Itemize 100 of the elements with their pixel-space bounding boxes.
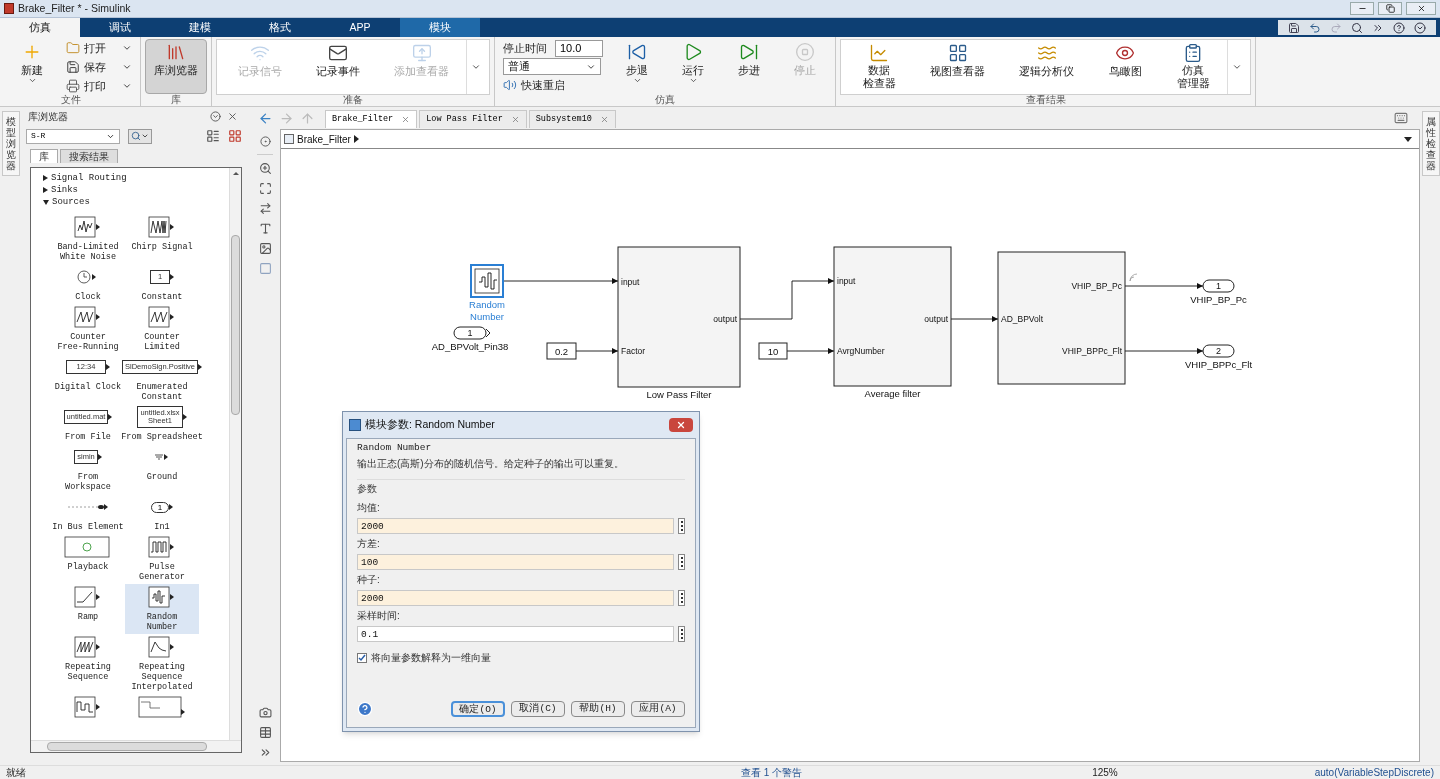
- parameter-field[interactable]: 2000: [357, 590, 674, 606]
- toolstrip-button[interactable]: 步进: [723, 39, 775, 94]
- help-icon[interactable]: [1393, 21, 1405, 34]
- close-icon[interactable]: [227, 111, 238, 122]
- toolstrip-button[interactable]: 步退: [611, 39, 663, 94]
- close-icon[interactable]: [510, 115, 520, 124]
- toolstrip-button[interactable]: 快速重启: [503, 76, 603, 94]
- toolstrip-button[interactable]: 库浏览器: [145, 39, 207, 94]
- constant-block[interactable]: 0.2: [546, 342, 577, 360]
- restore-button[interactable]: [1378, 2, 1402, 15]
- warnings-link[interactable]: 查看 1 个警告: [741, 765, 803, 779]
- grid-view-icon[interactable]: [228, 129, 242, 143]
- toolstrip-button[interactable]: 视图查看器: [921, 40, 994, 95]
- library-block[interactable]: Counter Limited: [125, 304, 199, 354]
- dropdown-caret-icon[interactable]: [1404, 136, 1412, 142]
- checkbox[interactable]: [357, 652, 367, 663]
- outport-block[interactable]: 1: [1202, 279, 1235, 293]
- dialog-button[interactable]: 帮助(H): [571, 701, 625, 717]
- more-options-button[interactable]: [678, 626, 685, 642]
- image-icon[interactable]: [258, 242, 272, 255]
- keyboard-icon[interactable]: [1394, 111, 1408, 125]
- parameter-field[interactable]: 100: [357, 554, 674, 570]
- close-button[interactable]: [669, 418, 693, 432]
- breadcrumb[interactable]: Brake_Filter: [297, 131, 351, 147]
- tree-item[interactable]: Sources: [52, 196, 90, 208]
- library-block[interactable]: Playback: [51, 534, 125, 584]
- dialog-button[interactable]: 取消(C): [511, 701, 565, 717]
- library-block[interactable]: Clock: [51, 264, 125, 304]
- ribbon-tab[interactable]: 调试: [80, 18, 160, 37]
- camera-icon[interactable]: [258, 706, 272, 719]
- close-button[interactable]: [1406, 2, 1436, 15]
- more-options-button[interactable]: [678, 518, 685, 534]
- ribbon-tab[interactable]: 仿真: [0, 18, 80, 37]
- options-icon[interactable]: [1414, 21, 1426, 34]
- panel-menu-icon[interactable]: [210, 111, 221, 122]
- search-icon[interactable]: [1351, 21, 1363, 34]
- fit-view-icon[interactable]: [258, 182, 272, 195]
- random-number-block[interactable]: [470, 264, 504, 298]
- parameter-field[interactable]: 2000: [357, 518, 674, 534]
- library-block[interactable]: Ramp: [51, 584, 125, 634]
- outport-block[interactable]: 2: [1202, 344, 1235, 358]
- close-icon[interactable]: [599, 115, 609, 124]
- arrows-icon[interactable]: [258, 202, 272, 215]
- library-block[interactable]: Ground: [125, 444, 199, 494]
- toolstrip-button[interactable]: 保存: [66, 58, 132, 76]
- collapsed-caret-icon[interactable]: [43, 175, 48, 181]
- tree-item[interactable]: Sinks: [51, 184, 78, 196]
- ribbon-tab[interactable]: APP: [320, 18, 400, 37]
- expanded-caret-icon[interactable]: [43, 199, 49, 205]
- collapsed-caret-icon[interactable]: [43, 187, 48, 193]
- library-block[interactable]: Repeating Sequence: [51, 634, 125, 694]
- list-view-icon[interactable]: [206, 129, 220, 143]
- toolstrip-button[interactable]: 逻辑分析仪: [1010, 40, 1083, 95]
- close-icon[interactable]: [401, 115, 411, 124]
- library-block[interactable]: Chirp Signal: [125, 214, 199, 264]
- library-block[interactable]: In Bus Element: [51, 494, 125, 534]
- gallery-expand-icon[interactable]: [471, 62, 481, 72]
- toolstrip-button[interactable]: 打开: [66, 39, 132, 57]
- table-icon[interactable]: [258, 726, 272, 739]
- parameter-field[interactable]: 0.1: [357, 626, 674, 642]
- panel-tab[interactable]: 库: [30, 149, 58, 163]
- undo-icon[interactable]: [1309, 21, 1321, 34]
- toolstrip-button[interactable]: 运行: [667, 39, 719, 94]
- vertical-scrollbar[interactable]: [229, 168, 241, 740]
- horizontal-scrollbar[interactable]: [31, 740, 241, 752]
- toolstrip-button[interactable]: 仿真 管理器: [1167, 40, 1219, 95]
- hide-explorer-icon[interactable]: [259, 136, 271, 147]
- library-block[interactable]: Repeating Sequence Interpolated: [125, 634, 199, 694]
- library-block[interactable]: Band-Limited White Noise: [51, 214, 125, 264]
- library-block[interactable]: Pulse Generator: [125, 534, 199, 584]
- library-block[interactable]: Random Number: [125, 584, 199, 634]
- more-options-button[interactable]: [678, 554, 685, 570]
- search-field[interactable]: S-R: [26, 128, 120, 144]
- library-block[interactable]: 1 In1: [125, 494, 199, 534]
- ribbon-tab[interactable]: 格式: [240, 18, 320, 37]
- library-block[interactable]: Counter Free-Running: [51, 304, 125, 354]
- more-options-button[interactable]: [678, 590, 685, 606]
- editor-tab[interactable]: Subsystem10: [528, 110, 616, 128]
- dialog-button[interactable]: 确定(O): [451, 701, 505, 717]
- breadcrumb-arrow-icon[interactable]: [353, 135, 359, 143]
- ribbon-tab[interactable]: 建模: [160, 18, 240, 37]
- stop-time-field[interactable]: 10.0: [555, 39, 603, 57]
- text-icon[interactable]: [258, 222, 272, 235]
- panel-tab[interactable]: 搜索结果: [60, 149, 118, 163]
- toolstrip-button[interactable]: 打印: [66, 77, 132, 95]
- editor-tab[interactable]: Brake_Filter: [325, 110, 418, 128]
- toolstrip-button[interactable]: 鸟瞰图: [1099, 40, 1151, 95]
- tree-item[interactable]: Signal Routing: [51, 172, 127, 184]
- search-button[interactable]: [128, 128, 152, 144]
- toolstrip-button[interactable]: 记录事件: [307, 40, 369, 95]
- model-browser-tab[interactable]: 模型浏览器: [2, 111, 20, 176]
- constant-block[interactable]: 10: [758, 342, 788, 360]
- editor-tab[interactable]: Low Pass Filter: [419, 110, 527, 128]
- gallery-expand-icon[interactable]: [1232, 62, 1242, 72]
- property-inspector-tab[interactable]: 属性检查器: [1422, 111, 1440, 176]
- toolstrip-button[interactable]: 数据 检查器: [853, 40, 905, 95]
- ribbon-tab[interactable]: 模块: [400, 18, 480, 37]
- toolstrip-button[interactable]: 新建: [6, 39, 58, 94]
- mode-dropdown[interactable]: 普通: [503, 58, 601, 75]
- zoom-in-icon[interactable]: [258, 162, 272, 175]
